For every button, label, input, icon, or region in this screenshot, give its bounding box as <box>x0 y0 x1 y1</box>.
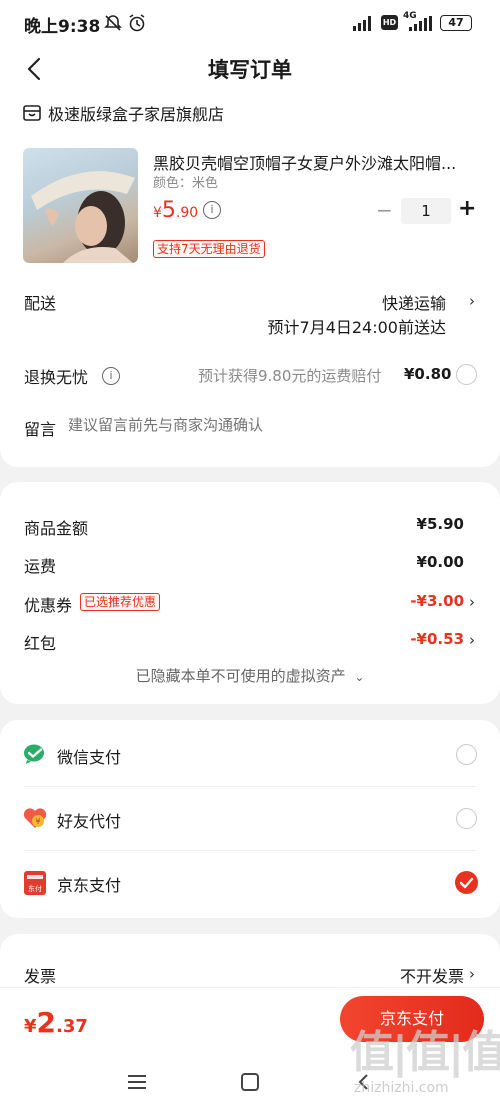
returns-label: 退换无忧 <box>24 368 89 387</box>
battery-icon: 47 <box>440 15 472 31</box>
watermark-logo: 值|值|值 <box>350 1027 500 1078</box>
jd-pay-label: 京东支付 <box>57 876 122 895</box>
jd-pay-icon: 东付 <box>24 871 46 895</box>
status-time: 晚上9:38 <box>24 17 101 37</box>
quantity-minus-button[interactable]: − <box>376 198 393 222</box>
returns-info-icon[interactable]: i <box>102 367 120 385</box>
friend-pay-icon: ¥ <box>22 806 48 834</box>
menu-icon[interactable] <box>126 1073 148 1095</box>
chevron-down-icon: ⌄ <box>354 670 365 684</box>
goods-amount-value: ¥5.90 <box>416 515 464 533</box>
product-spec: 颜色：米色 <box>153 176 219 191</box>
quantity-stepper[interactable]: 1 <box>401 198 451 224</box>
nav-bar: 填写订单 <box>0 46 500 92</box>
coupon-value[interactable]: -¥3.00 <box>410 592 464 610</box>
order-card: 极速版绿盒子家居旗舰店 黑胶贝壳帽空顶帽子女夏户外沙滩太阳帽... 颜色：米色 … <box>0 92 500 467</box>
hidden-assets-toggle[interactable]: 已隐藏本单不可使用的虚拟资产 ⌄ <box>0 665 500 686</box>
coupon-label: 优惠券 <box>24 596 73 615</box>
price-decimal: .90 <box>175 205 199 221</box>
jd-pay-radio-checked[interactable] <box>455 871 478 894</box>
payment-option-friend[interactable]: ¥ 好友代付 <box>0 786 500 850</box>
message-input[interactable] <box>68 410 468 440</box>
svg-text:东付: 东付 <box>28 884 42 893</box>
delivery-chevron-icon[interactable]: › <box>469 292 475 310</box>
quantity-plus-button[interactable]: + <box>458 196 476 221</box>
total-price: ¥2.37 <box>24 1006 88 1039</box>
mute-icon <box>103 13 123 37</box>
alarm-icon <box>127 13 147 37</box>
wechat-label: 微信支付 <box>57 748 122 767</box>
goods-amount-label: 商品金额 <box>24 519 89 538</box>
product-image[interactable] <box>23 148 138 263</box>
returns-price: ¥0.80 <box>404 365 452 383</box>
hidden-assets-text: 已隐藏本单不可使用的虚拟资产 <box>135 667 346 685</box>
product-price: ¥5.90 <box>153 198 198 223</box>
shop-name[interactable]: 极速版绿盒子家居旗舰店 <box>48 101 224 125</box>
price-symbol: ¥ <box>153 205 162 221</box>
return-policy-badge: 支持7天无理由退货 <box>153 240 265 258</box>
message-label: 留言 <box>24 420 57 439</box>
payment-option-wechat[interactable]: 微信支付 <box>0 720 500 786</box>
friend-pay-radio[interactable] <box>456 808 477 829</box>
wechat-icon <box>23 743 49 769</box>
summary-card: 商品金额 ¥5.90 运费 ¥0.00 优惠券 已选推荐优惠 -¥3.00 › … <box>0 482 500 704</box>
invoice-label: 发票 <box>24 967 57 986</box>
home-icon[interactable] <box>240 1072 260 1096</box>
quantity-value: 1 <box>421 202 431 220</box>
product-title[interactable]: 黑胶贝壳帽空顶帽子女夏户外沙滩太阳帽... <box>153 150 473 174</box>
returns-radio[interactable] <box>456 364 477 385</box>
hd-icon: HD <box>381 15 398 30</box>
friend-pay-label: 好友代付 <box>57 812 122 831</box>
shipping-label: 运费 <box>24 557 57 576</box>
total-decimal: .37 <box>56 1016 88 1037</box>
price-integer: 5 <box>161 198 176 223</box>
payment-option-jd[interactable]: 东付 京东支付 <box>0 850 500 916</box>
watermark-url: zhizhizhi.com <box>354 1080 449 1096</box>
info-icon[interactable]: i <box>203 201 221 219</box>
page-title: 填写订单 <box>208 58 292 82</box>
returns-desc: 预计获得9.80元的运费赔付 <box>198 367 382 385</box>
redpacket-value[interactable]: -¥0.53 <box>410 630 464 648</box>
battery-level: 47 <box>448 16 464 29</box>
redpacket-chevron-icon[interactable]: › <box>469 631 475 649</box>
wechat-radio[interactable] <box>456 744 477 765</box>
coupon-chevron-icon[interactable]: › <box>469 593 475 611</box>
invoice-value[interactable]: 不开发票 <box>400 963 464 987</box>
delivery-label: 配送 <box>24 294 57 313</box>
payment-card: 微信支付 ¥ 好友代付 东付 京东支付 <box>0 720 500 918</box>
invoice-chevron-icon[interactable]: › <box>469 965 475 983</box>
delivery-eta: 预计7月4日24:00前送达 <box>267 318 446 337</box>
shop-icon <box>22 103 42 127</box>
coupon-badge: 已选推荐优惠 <box>80 593 161 611</box>
total-integer: 2 <box>36 1006 57 1039</box>
signal-4g-icon <box>403 16 435 36</box>
shipping-value: ¥0.00 <box>416 553 464 571</box>
delivery-method[interactable]: 快递运输 <box>382 290 446 314</box>
total-symbol: ¥ <box>24 1016 37 1037</box>
svg-text:¥: ¥ <box>35 817 40 826</box>
signal-icon <box>352 14 376 36</box>
status-bar: 晚上9:38 HD 4G 47 <box>0 0 500 46</box>
redpacket-label: 红包 <box>24 634 57 653</box>
watermark: 值|值|值 zhizhizhi.com <box>348 1016 500 1108</box>
